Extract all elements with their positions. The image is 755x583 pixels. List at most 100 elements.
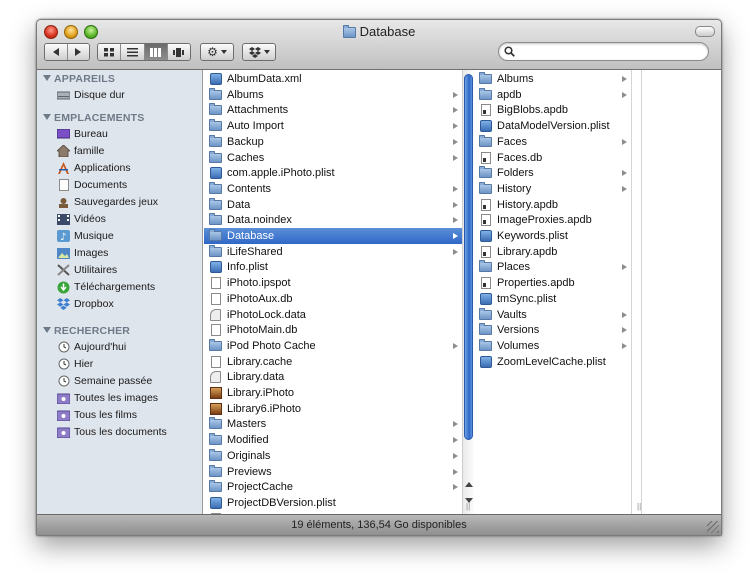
clock-icon xyxy=(57,375,70,387)
scroll-up-arrow-icon[interactable] xyxy=(465,482,473,487)
folder-icon xyxy=(209,197,222,210)
file-row[interactable]: ZoomLevelCache.plist xyxy=(474,354,631,370)
folder-icon xyxy=(479,181,492,194)
file-row[interactable]: Faces xyxy=(474,134,631,150)
file-row[interactable]: ProjectCache xyxy=(204,479,462,495)
file-name: com.apple.iPhoto.plist xyxy=(227,167,335,180)
file-row[interactable]: Library6.iPhoto xyxy=(204,401,462,417)
file-row[interactable]: Properties.apdb xyxy=(474,275,631,291)
sidebar-item-semaine-passee[interactable]: Semaine passée xyxy=(57,373,152,389)
clock-icon xyxy=(57,341,70,353)
cover-flow-button[interactable] xyxy=(167,44,190,60)
back-button[interactable] xyxy=(45,44,68,60)
sidebar-item-disque-dur[interactable]: Disque dur xyxy=(57,87,125,103)
file-row[interactable]: Keywords.plist xyxy=(474,228,631,244)
sidebar-item-dropbox[interactable]: Dropbox xyxy=(57,296,114,312)
search-input[interactable] xyxy=(519,44,699,59)
sidebar-item-telechargements[interactable]: Téléchargements xyxy=(57,279,155,295)
file-row[interactable]: Data xyxy=(204,197,462,213)
movies-icon xyxy=(57,213,70,225)
dropbox-menu-button[interactable] xyxy=(242,43,276,61)
file-row[interactable]: DataModelVersion.plist xyxy=(474,118,631,134)
file-row[interactable]: Places xyxy=(474,259,631,275)
sidebar-item-tous-les-documents[interactable]: Tous les documents xyxy=(57,424,167,440)
file-row[interactable]: BigBlobs.apdb xyxy=(474,102,631,118)
file-row[interactable]: Library.iPhoto xyxy=(204,385,462,401)
file-row[interactable]: Library.cache xyxy=(204,354,462,370)
sidebar-item-utilitaires[interactable]: Utilitaires xyxy=(57,262,117,278)
sidebar-section-devices[interactable]: APPAREILS xyxy=(43,73,115,85)
file-row[interactable]: iPhoto.ipspot xyxy=(204,275,462,291)
search-field[interactable] xyxy=(498,42,709,61)
file-row[interactable]: Attachments xyxy=(204,102,462,118)
icon-view-button[interactable] xyxy=(98,44,122,60)
sidebar-section-search[interactable]: RECHERCHER xyxy=(43,325,130,337)
file-row[interactable]: Vaults xyxy=(474,307,631,323)
action-menu-button[interactable]: ⚙ xyxy=(200,43,234,61)
documents-icon xyxy=(57,179,70,191)
file-row[interactable]: Contents xyxy=(204,181,462,197)
file-row[interactable]: Modified xyxy=(204,432,462,448)
column-resize-handle[interactable]: || xyxy=(466,502,470,511)
file-row[interactable]: Albums xyxy=(474,71,631,87)
file-row[interactable]: iPhotoMain.db xyxy=(204,322,462,338)
file-row[interactable]: ProjectDBVersion.plist xyxy=(204,495,462,511)
file-row[interactable]: Data.noindex xyxy=(204,212,462,228)
sidebar-section-places[interactable]: EMPLACEMENTS xyxy=(43,112,145,124)
file-name: Auto Import xyxy=(227,120,284,133)
scrollbar-thumb[interactable] xyxy=(464,74,473,440)
sidebar-item-videos[interactable]: Vidéos xyxy=(57,211,106,227)
file-row[interactable]: Database xyxy=(204,228,462,244)
folder-icon xyxy=(209,244,222,257)
toolbar-toggle-button[interactable] xyxy=(695,26,715,37)
column-view-button[interactable] xyxy=(144,44,168,60)
file-row[interactable]: iLifeShared xyxy=(204,244,462,260)
file-row[interactable]: iPhotoLock.data xyxy=(204,307,462,323)
file-row[interactable]: Folders xyxy=(474,165,631,181)
sidebar-item-applications[interactable]: Applications xyxy=(57,160,131,176)
sidebar-item-sauvegardes-jeux[interactable]: Sauvegardes jeux xyxy=(57,194,158,210)
file-row[interactable]: Versions xyxy=(474,322,631,338)
sidebar-item-hier[interactable]: Hier xyxy=(57,356,93,372)
column-scrollbar[interactable] xyxy=(462,70,474,514)
file-row[interactable]: ImageProxies.apdb xyxy=(474,212,631,228)
file-row[interactable]: Auto Import xyxy=(204,118,462,134)
file-row[interactable]: com.apple.iPhoto.plist xyxy=(204,165,462,181)
file-row[interactable]: Backup xyxy=(204,134,462,150)
file-row[interactable]: iPod Photo Cache xyxy=(204,338,462,354)
file-row[interactable]: Info.plist xyxy=(204,259,462,275)
file-row[interactable]: Originals xyxy=(204,448,462,464)
sidebar-item-aujourdhui[interactable]: Aujourd'hui xyxy=(57,339,126,355)
list-view-button[interactable] xyxy=(121,44,145,60)
sidebar-item-famille[interactable]: famille xyxy=(57,143,104,159)
forward-button[interactable] xyxy=(67,44,89,60)
file-name: Library.iPhoto xyxy=(227,387,295,399)
file-row[interactable]: AlbumData.xml xyxy=(204,71,462,87)
file-row[interactable]: Faces.db xyxy=(474,150,631,166)
file-row[interactable]: iPhotoAux.db xyxy=(204,291,462,307)
file-row[interactable]: Previews xyxy=(204,464,462,480)
file-row[interactable]: Library.data xyxy=(204,369,462,385)
file-row[interactable]: Volumes xyxy=(474,338,631,354)
file-row[interactable]: tmSync.plist xyxy=(474,291,631,307)
disclosure-arrow-icon xyxy=(453,437,458,444)
sidebar-item-documents[interactable]: Documents xyxy=(57,177,127,193)
document-icon xyxy=(210,277,221,290)
file-row[interactable]: History.apdb xyxy=(474,197,631,213)
file-row[interactable]: Library.apdb xyxy=(474,244,631,260)
resize-grip-icon[interactable] xyxy=(707,521,719,533)
file-name: BigBlobs.apdb xyxy=(497,104,568,117)
file-row[interactable]: Albums xyxy=(204,87,462,103)
file-row[interactable]: apdb xyxy=(474,87,631,103)
smart-folder-icon xyxy=(57,392,70,404)
sidebar-item-musique[interactable]: ♪ Musique xyxy=(57,228,114,244)
sidebar-item-tous-les-films[interactable]: Tous les films xyxy=(57,407,137,423)
file-row[interactable]: Masters xyxy=(204,416,462,432)
sidebar-item-images[interactable]: Images xyxy=(57,245,108,261)
file-row[interactable]: Caches xyxy=(204,150,462,166)
sidebar-item-toutes-les-images[interactable]: Toutes les images xyxy=(57,390,158,406)
file-row[interactable]: History xyxy=(474,181,631,197)
column-divider xyxy=(631,70,632,514)
downloads-icon xyxy=(57,281,70,293)
sidebar-item-bureau[interactable]: Bureau xyxy=(57,126,108,142)
